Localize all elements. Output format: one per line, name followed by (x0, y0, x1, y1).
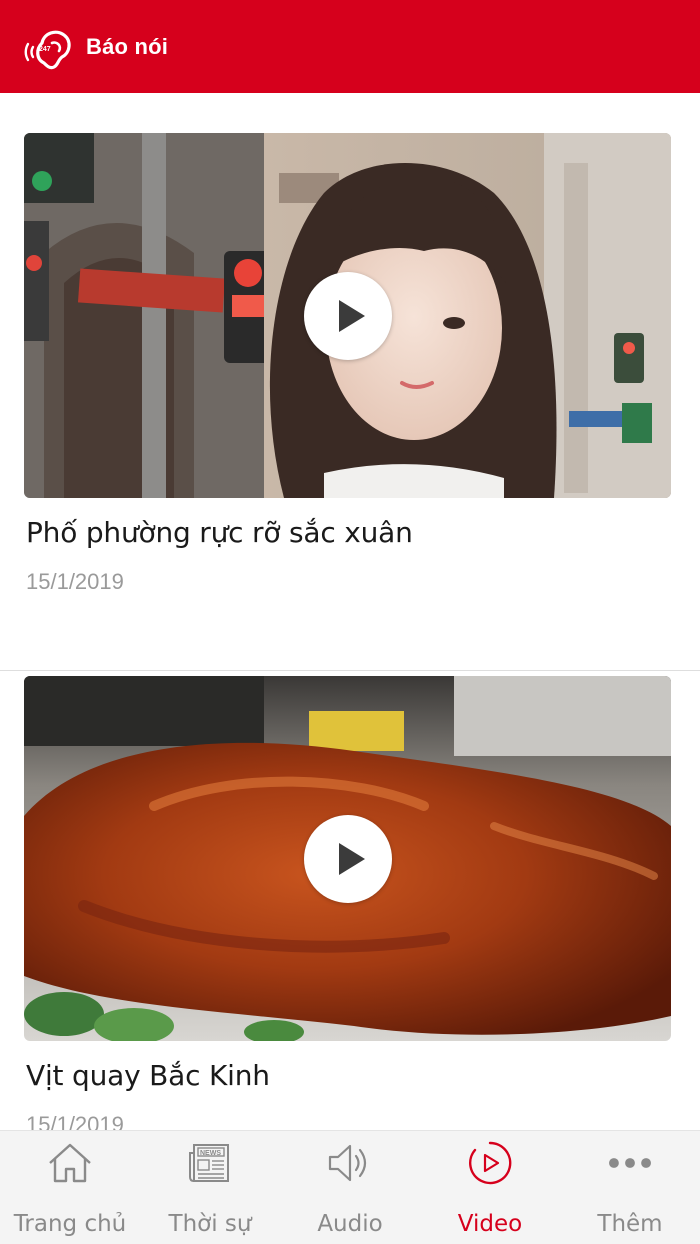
play-icon (339, 843, 365, 875)
nav-label: Thời sự (168, 1211, 252, 1237)
nav-label: Video (457, 1211, 523, 1237)
video-thumbnail-duck[interactable] (24, 676, 671, 1041)
speaker-icon (325, 1141, 375, 1185)
video-feed[interactable]: Phố phường rực rỡ sắc xuân 15/1/2019 Vịt… (0, 93, 700, 1130)
bottom-navigation: Trang chủ NEWS Thời sự Audio Video Thêm (0, 1130, 700, 1244)
nav-label: Audio (317, 1211, 383, 1237)
app-title: Báo nói (86, 33, 169, 59)
more-icon (605, 1141, 655, 1185)
logo-badge: 247 (39, 46, 51, 53)
video-thumbnail-street[interactable] (24, 133, 671, 498)
play-button[interactable] (304, 815, 392, 903)
video-title[interactable]: Vịt quay Bắc Kinh (26, 1059, 270, 1092)
nav-label: Trang chủ (13, 1211, 127, 1237)
nav-item-audio[interactable]: Audio (280, 1131, 420, 1244)
nav-item-more[interactable]: Thêm (560, 1131, 700, 1244)
home-icon (45, 1141, 95, 1185)
play-button[interactable] (304, 272, 392, 360)
app-logo-ear-icon[interactable]: 247 (22, 19, 78, 75)
play-icon (339, 300, 365, 332)
video-date: 15/1/2019 (26, 569, 124, 594)
newspaper-icon: NEWS (185, 1141, 235, 1185)
nav-item-news[interactable]: NEWS Thời sự (140, 1131, 280, 1244)
app-header: 247 Báo nói (0, 0, 700, 93)
nav-label: Thêm (597, 1211, 663, 1237)
video-date: 15/1/2019 (26, 1112, 124, 1130)
video-play-icon (465, 1141, 515, 1185)
svg-text:NEWS: NEWS (200, 1150, 221, 1157)
video-title[interactable]: Phố phường rực rỡ sắc xuân (26, 516, 413, 549)
divider (0, 670, 700, 671)
nav-item-home[interactable]: Trang chủ (0, 1131, 140, 1244)
nav-item-video[interactable]: Video (420, 1131, 560, 1244)
